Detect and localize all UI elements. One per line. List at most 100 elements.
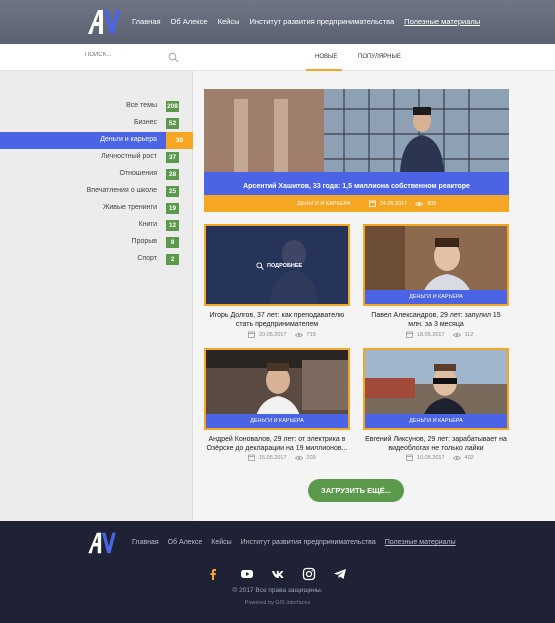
featured-photo xyxy=(204,89,509,172)
featured-date: 24.05.2017 xyxy=(379,200,408,207)
category-item[interactable]: Бизнес 52 xyxy=(0,115,193,132)
category-list: Все темы 208 Бизнес 52 Деньги и карьера 30 … xyxy=(0,98,193,268)
category-item[interactable]: Прорыв 8 xyxy=(0,234,193,251)
footer-nav: Главная Об Алексе Кейсы Институт развити… xyxy=(132,539,456,546)
search-box xyxy=(0,44,193,71)
category-item[interactable]: Все темы 208 xyxy=(0,98,193,115)
category-label: Бизнес xyxy=(134,119,157,126)
article-meta: 10.05.2017 402 xyxy=(406,454,474,461)
eye-icon xyxy=(452,455,461,460)
article-card[interactable]: ДЕНЬГИ И КАРЬЕРА xyxy=(363,348,509,430)
category-count: 19 xyxy=(166,203,179,214)
main-nav: Главная Об Алексе Кейсы Институт развити… xyxy=(132,17,480,26)
category-count: 25 xyxy=(166,186,179,197)
category-count: 8 xyxy=(166,237,179,248)
article-views: 719 xyxy=(306,331,316,338)
category-badge[interactable]: ДЕНЬГИ И КАРЬЕРА xyxy=(365,414,507,428)
category-badge[interactable]: ДЕНЬГИ И КАРЬЕРА xyxy=(365,290,507,304)
article-meta: 18.05.2017 112 xyxy=(406,331,473,338)
article-card[interactable]: ДЕНЬГИ И КАРЬЕРА xyxy=(204,348,350,430)
article-card[interactable]: ПОДРОБНЕЕ xyxy=(204,224,350,306)
nav-cases[interactable]: Кейсы xyxy=(218,17,240,26)
article-views: 402 xyxy=(464,454,474,461)
copyright: © 2017 Все права защищены. xyxy=(232,587,323,594)
category-count: 30 xyxy=(166,132,193,149)
footer-nav-materials[interactable]: Полезные материалы xyxy=(385,539,456,546)
category-label: Личностный рост xyxy=(101,153,157,160)
tab-new[interactable]: НОВЫЕ xyxy=(315,54,337,60)
footer-nav-home[interactable]: Главная xyxy=(132,539,159,546)
article-date: 20.05.2017 xyxy=(259,331,287,338)
category-count: 12 xyxy=(166,220,179,231)
category-count: 52 xyxy=(166,118,179,129)
eye-icon xyxy=(294,332,303,337)
search-input[interactable] xyxy=(85,52,155,58)
featured-meta: ДЕНЬГИ И КАРЬЕРА 24.05.2017 805 xyxy=(204,195,509,212)
calendar-icon xyxy=(406,331,413,338)
article-meta: 15.05.2017 203 xyxy=(248,454,316,461)
tabs-bar: НОВЫЕ ПОПУЛЯРНЫЕ xyxy=(193,44,555,71)
category-label: Все темы xyxy=(126,102,157,109)
header: Главная Об Алексе Кейсы Институт развити… xyxy=(0,0,555,44)
article-title[interactable]: Евгений Ликсунов, 29 лет: зарабатывает н… xyxy=(363,435,509,453)
category-count: 37 xyxy=(166,152,179,163)
article-views: 112 xyxy=(464,331,474,338)
category-label: Отношения xyxy=(119,170,158,177)
category-item[interactable]: Книги 12 xyxy=(0,217,193,234)
footer-logo[interactable] xyxy=(86,531,118,555)
footer-nav-cases[interactable]: Кейсы xyxy=(211,539,231,546)
category-label: Живые тренинги xyxy=(102,204,157,211)
article-title[interactable]: Игорь Долгов, 37 лет: как преподавателю … xyxy=(204,311,350,329)
article-date: 15.05.2017 xyxy=(259,454,287,461)
category-item[interactable]: Отношения 28 xyxy=(0,166,193,183)
more-label: ПОДРОБНЕЕ xyxy=(267,263,303,269)
category-label: Впечатления о школе xyxy=(86,187,157,194)
footer-nav-institute[interactable]: Институт развития предпринимательства xyxy=(241,539,376,546)
telegram-icon[interactable] xyxy=(333,567,347,581)
category-item[interactable]: Спорт 2 xyxy=(0,251,193,268)
category-label: Прорыв xyxy=(131,238,157,245)
instagram-icon[interactable] xyxy=(302,567,316,581)
category-item[interactable]: Живые тренинги 19 xyxy=(0,200,193,217)
featured-category[interactable]: ДЕНЬГИ И КАРЬЕРА xyxy=(297,201,351,207)
eye-icon xyxy=(415,201,424,206)
powered-by[interactable]: Powered by GIS interfaces xyxy=(0,600,555,606)
calendar-icon xyxy=(248,454,255,461)
article-meta: 20.05.2017 719 xyxy=(248,331,316,338)
category-badge[interactable]: ДЕНЬГИ И КАРЬЕРА xyxy=(206,414,348,428)
nav-about[interactable]: Об Алексе xyxy=(171,17,208,26)
calendar-icon xyxy=(248,331,255,338)
nav-materials[interactable]: Полезные материалы xyxy=(404,17,480,26)
featured-article[interactable]: Арсентий Хашитов, 33 года: 1,5 миллиона … xyxy=(204,89,509,212)
article-card[interactable]: ДЕНЬГИ И КАРЬЕРА xyxy=(363,224,509,306)
search-icon[interactable] xyxy=(168,52,179,63)
vk-icon[interactable] xyxy=(271,567,285,581)
article-date: 10.05.2017 xyxy=(417,454,445,461)
calendar-icon xyxy=(368,200,376,207)
footer: Главная Об Алексе Кейсы Институт развити… xyxy=(0,521,555,623)
facebook-icon[interactable] xyxy=(206,567,220,581)
eye-icon xyxy=(452,332,461,337)
featured-views: 805 xyxy=(427,200,437,207)
category-count: 208 xyxy=(166,101,179,112)
load-more-button[interactable]: ЗАГРУЗИТЬ ЕЩЁ... xyxy=(308,479,404,502)
nav-home[interactable]: Главная xyxy=(132,17,161,26)
tab-popular[interactable]: ПОПУЛЯРНЫЕ xyxy=(358,54,401,60)
article-title[interactable]: Павел Александров, 29 лет: запулил 15 мл… xyxy=(363,311,509,329)
nav-institute[interactable]: Институт развития предпринимательства xyxy=(249,17,394,26)
category-count: 2 xyxy=(166,254,179,265)
category-item-active[interactable]: Деньги и карьера 30 xyxy=(0,132,193,149)
more-overlay[interactable]: ПОДРОБНЕЕ xyxy=(256,262,302,270)
article-views: 203 xyxy=(306,454,316,461)
logo[interactable] xyxy=(86,8,122,36)
category-item[interactable]: Впечатления о школе 25 xyxy=(0,183,193,200)
youtube-icon[interactable] xyxy=(240,567,254,581)
eye-icon xyxy=(294,455,303,460)
article-date: 18.05.2017 xyxy=(417,331,445,338)
sidebar: Все темы208 Бизнес52 Деньги и карьера30 … xyxy=(0,44,193,521)
category-item[interactable]: Личностный рост 37 xyxy=(0,149,193,166)
category-label: Книги xyxy=(138,221,157,228)
category-label: Спорт xyxy=(137,255,157,262)
article-title[interactable]: Андрей Коновалов, 29 лет: от электрика в… xyxy=(204,435,350,453)
footer-nav-about[interactable]: Об Алексе xyxy=(168,539,203,546)
